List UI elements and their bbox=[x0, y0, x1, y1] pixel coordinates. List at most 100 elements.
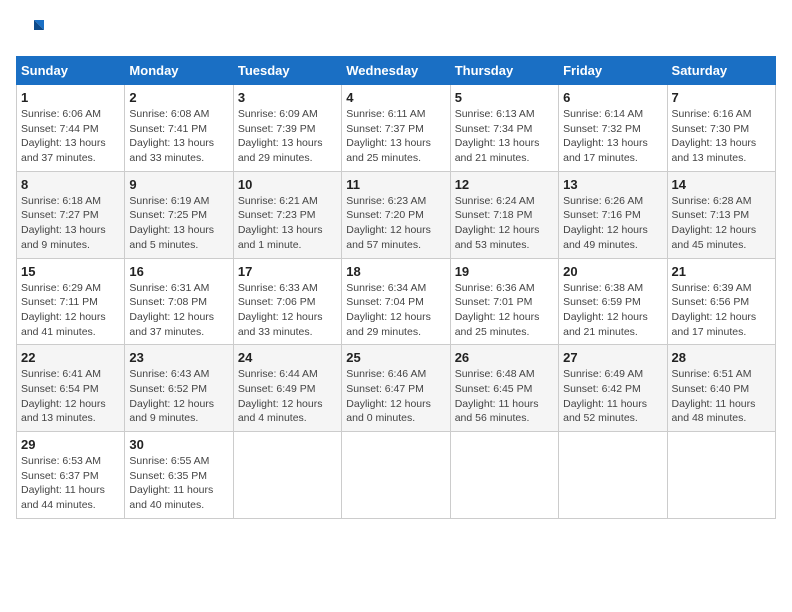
day-number: 27 bbox=[563, 350, 662, 365]
calendar-cell: 15 Sunrise: 6:29 AMSunset: 7:11 PMDaylig… bbox=[17, 258, 125, 345]
day-info: Sunrise: 6:41 AMSunset: 6:54 PMDaylight:… bbox=[21, 367, 120, 426]
calendar-cell: 4 Sunrise: 6:11 AMSunset: 7:37 PMDayligh… bbox=[342, 85, 450, 172]
day-info: Sunrise: 6:55 AMSunset: 6:35 PMDaylight:… bbox=[129, 454, 228, 513]
calendar-cell: 24 Sunrise: 6:44 AMSunset: 6:49 PMDaylig… bbox=[233, 345, 341, 432]
day-info: Sunrise: 6:09 AMSunset: 7:39 PMDaylight:… bbox=[238, 107, 337, 166]
page-header bbox=[16, 16, 776, 44]
day-info: Sunrise: 6:36 AMSunset: 7:01 PMDaylight:… bbox=[455, 281, 554, 340]
day-info: Sunrise: 6:08 AMSunset: 7:41 PMDaylight:… bbox=[129, 107, 228, 166]
calendar-cell: 27 Sunrise: 6:49 AMSunset: 6:42 PMDaylig… bbox=[559, 345, 667, 432]
day-number: 2 bbox=[129, 90, 228, 105]
calendar-cell: 16 Sunrise: 6:31 AMSunset: 7:08 PMDaylig… bbox=[125, 258, 233, 345]
day-number: 26 bbox=[455, 350, 554, 365]
day-info: Sunrise: 6:34 AMSunset: 7:04 PMDaylight:… bbox=[346, 281, 445, 340]
day-number: 25 bbox=[346, 350, 445, 365]
day-info: Sunrise: 6:26 AMSunset: 7:16 PMDaylight:… bbox=[563, 194, 662, 253]
day-info: Sunrise: 6:44 AMSunset: 6:49 PMDaylight:… bbox=[238, 367, 337, 426]
day-number: 13 bbox=[563, 177, 662, 192]
calendar-cell: 5 Sunrise: 6:13 AMSunset: 7:34 PMDayligh… bbox=[450, 85, 558, 172]
calendar-cell: 1 Sunrise: 6:06 AMSunset: 7:44 PMDayligh… bbox=[17, 85, 125, 172]
day-info: Sunrise: 6:11 AMSunset: 7:37 PMDaylight:… bbox=[346, 107, 445, 166]
day-number: 20 bbox=[563, 264, 662, 279]
day-number: 29 bbox=[21, 437, 120, 452]
day-number: 14 bbox=[672, 177, 771, 192]
day-info: Sunrise: 6:06 AMSunset: 7:44 PMDaylight:… bbox=[21, 107, 120, 166]
day-number: 4 bbox=[346, 90, 445, 105]
day-number: 11 bbox=[346, 177, 445, 192]
day-info: Sunrise: 6:33 AMSunset: 7:06 PMDaylight:… bbox=[238, 281, 337, 340]
day-info: Sunrise: 6:53 AMSunset: 6:37 PMDaylight:… bbox=[21, 454, 120, 513]
day-number: 23 bbox=[129, 350, 228, 365]
calendar-cell: 17 Sunrise: 6:33 AMSunset: 7:06 PMDaylig… bbox=[233, 258, 341, 345]
day-number: 17 bbox=[238, 264, 337, 279]
day-info: Sunrise: 6:39 AMSunset: 6:56 PMDaylight:… bbox=[672, 281, 771, 340]
day-info: Sunrise: 6:38 AMSunset: 6:59 PMDaylight:… bbox=[563, 281, 662, 340]
calendar-week-row: 8 Sunrise: 6:18 AMSunset: 7:27 PMDayligh… bbox=[17, 171, 776, 258]
calendar-week-row: 29 Sunrise: 6:53 AMSunset: 6:37 PMDaylig… bbox=[17, 432, 776, 519]
day-info: Sunrise: 6:48 AMSunset: 6:45 PMDaylight:… bbox=[455, 367, 554, 426]
calendar-cell: 30 Sunrise: 6:55 AMSunset: 6:35 PMDaylig… bbox=[125, 432, 233, 519]
calendar-cell: 18 Sunrise: 6:34 AMSunset: 7:04 PMDaylig… bbox=[342, 258, 450, 345]
calendar-week-row: 15 Sunrise: 6:29 AMSunset: 7:11 PMDaylig… bbox=[17, 258, 776, 345]
weekday-header-friday: Friday bbox=[559, 57, 667, 85]
day-number: 12 bbox=[455, 177, 554, 192]
calendar-cell: 21 Sunrise: 6:39 AMSunset: 6:56 PMDaylig… bbox=[667, 258, 775, 345]
day-number: 1 bbox=[21, 90, 120, 105]
day-info: Sunrise: 6:19 AMSunset: 7:25 PMDaylight:… bbox=[129, 194, 228, 253]
weekday-header-tuesday: Tuesday bbox=[233, 57, 341, 85]
calendar-cell bbox=[559, 432, 667, 519]
calendar-cell: 2 Sunrise: 6:08 AMSunset: 7:41 PMDayligh… bbox=[125, 85, 233, 172]
day-number: 8 bbox=[21, 177, 120, 192]
day-number: 28 bbox=[672, 350, 771, 365]
weekday-header-saturday: Saturday bbox=[667, 57, 775, 85]
day-number: 16 bbox=[129, 264, 228, 279]
calendar-cell: 6 Sunrise: 6:14 AMSunset: 7:32 PMDayligh… bbox=[559, 85, 667, 172]
calendar-cell: 9 Sunrise: 6:19 AMSunset: 7:25 PMDayligh… bbox=[125, 171, 233, 258]
weekday-header-monday: Monday bbox=[125, 57, 233, 85]
calendar-cell bbox=[342, 432, 450, 519]
day-info: Sunrise: 6:28 AMSunset: 7:13 PMDaylight:… bbox=[672, 194, 771, 253]
day-info: Sunrise: 6:21 AMSunset: 7:23 PMDaylight:… bbox=[238, 194, 337, 253]
day-info: Sunrise: 6:31 AMSunset: 7:08 PMDaylight:… bbox=[129, 281, 228, 340]
day-info: Sunrise: 6:51 AMSunset: 6:40 PMDaylight:… bbox=[672, 367, 771, 426]
calendar-cell: 22 Sunrise: 6:41 AMSunset: 6:54 PMDaylig… bbox=[17, 345, 125, 432]
logo bbox=[16, 16, 48, 44]
day-number: 30 bbox=[129, 437, 228, 452]
weekday-header-sunday: Sunday bbox=[17, 57, 125, 85]
day-number: 10 bbox=[238, 177, 337, 192]
day-info: Sunrise: 6:43 AMSunset: 6:52 PMDaylight:… bbox=[129, 367, 228, 426]
day-info: Sunrise: 6:18 AMSunset: 7:27 PMDaylight:… bbox=[21, 194, 120, 253]
day-info: Sunrise: 6:29 AMSunset: 7:11 PMDaylight:… bbox=[21, 281, 120, 340]
calendar-cell: 26 Sunrise: 6:48 AMSunset: 6:45 PMDaylig… bbox=[450, 345, 558, 432]
calendar-table: SundayMondayTuesdayWednesdayThursdayFrid… bbox=[16, 56, 776, 519]
day-number: 9 bbox=[129, 177, 228, 192]
calendar-cell: 3 Sunrise: 6:09 AMSunset: 7:39 PMDayligh… bbox=[233, 85, 341, 172]
weekday-header-wednesday: Wednesday bbox=[342, 57, 450, 85]
day-number: 22 bbox=[21, 350, 120, 365]
calendar-cell: 12 Sunrise: 6:24 AMSunset: 7:18 PMDaylig… bbox=[450, 171, 558, 258]
calendar-cell: 20 Sunrise: 6:38 AMSunset: 6:59 PMDaylig… bbox=[559, 258, 667, 345]
calendar-cell: 8 Sunrise: 6:18 AMSunset: 7:27 PMDayligh… bbox=[17, 171, 125, 258]
day-number: 18 bbox=[346, 264, 445, 279]
calendar-cell: 10 Sunrise: 6:21 AMSunset: 7:23 PMDaylig… bbox=[233, 171, 341, 258]
calendar-cell: 14 Sunrise: 6:28 AMSunset: 7:13 PMDaylig… bbox=[667, 171, 775, 258]
day-info: Sunrise: 6:46 AMSunset: 6:47 PMDaylight:… bbox=[346, 367, 445, 426]
day-number: 5 bbox=[455, 90, 554, 105]
calendar-week-row: 22 Sunrise: 6:41 AMSunset: 6:54 PMDaylig… bbox=[17, 345, 776, 432]
weekday-header-thursday: Thursday bbox=[450, 57, 558, 85]
calendar-cell bbox=[233, 432, 341, 519]
day-info: Sunrise: 6:49 AMSunset: 6:42 PMDaylight:… bbox=[563, 367, 662, 426]
day-number: 6 bbox=[563, 90, 662, 105]
calendar-cell: 23 Sunrise: 6:43 AMSunset: 6:52 PMDaylig… bbox=[125, 345, 233, 432]
day-number: 15 bbox=[21, 264, 120, 279]
day-number: 3 bbox=[238, 90, 337, 105]
calendar-cell bbox=[450, 432, 558, 519]
day-info: Sunrise: 6:13 AMSunset: 7:34 PMDaylight:… bbox=[455, 107, 554, 166]
day-number: 19 bbox=[455, 264, 554, 279]
day-info: Sunrise: 6:24 AMSunset: 7:18 PMDaylight:… bbox=[455, 194, 554, 253]
calendar-week-row: 1 Sunrise: 6:06 AMSunset: 7:44 PMDayligh… bbox=[17, 85, 776, 172]
calendar-header-row: SundayMondayTuesdayWednesdayThursdayFrid… bbox=[17, 57, 776, 85]
calendar-cell: 13 Sunrise: 6:26 AMSunset: 7:16 PMDaylig… bbox=[559, 171, 667, 258]
calendar-cell: 25 Sunrise: 6:46 AMSunset: 6:47 PMDaylig… bbox=[342, 345, 450, 432]
calendar-cell: 19 Sunrise: 6:36 AMSunset: 7:01 PMDaylig… bbox=[450, 258, 558, 345]
